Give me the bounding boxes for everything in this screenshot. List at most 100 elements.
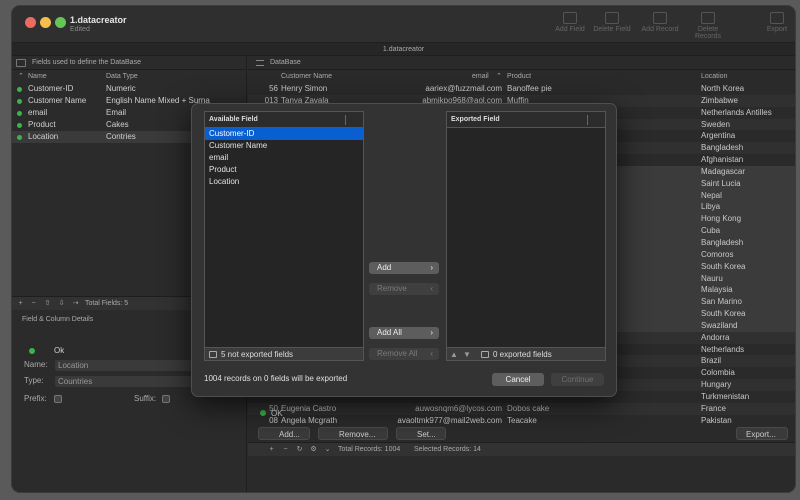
database-column-header: Customer Name email ⌃ Product Location (248, 70, 795, 83)
add-record-label: Add Record (641, 26, 679, 33)
move-down-icon[interactable]: ⇩ (56, 298, 67, 309)
cell-location: Hong Kong (701, 214, 742, 224)
cell-name: Henry Simon (281, 84, 328, 93)
list-item[interactable]: email (205, 152, 363, 164)
add-button[interactable]: Add... (258, 427, 310, 440)
suffix-checkbox[interactable] (162, 395, 170, 403)
minimize-window-button[interactable] (40, 17, 51, 28)
remove-field-dialog-button[interactable]: Remove ‹ (369, 283, 439, 295)
move-down-icon[interactable]: ▼ (463, 348, 471, 361)
cell-location: Zimbabwe (701, 95, 738, 105)
add-field-dialog-button[interactable]: Add › (369, 262, 439, 274)
field-name: email (28, 108, 48, 117)
delete-records-icon (701, 12, 715, 24)
remove-button[interactable]: Remove... (318, 427, 388, 440)
delete-records-button[interactable]: Delete Records (685, 12, 731, 40)
zoom-window-button[interactable] (55, 17, 66, 28)
table-row[interactable]: 50 Eugenia Castro auwosnqm6@lycos.com Dobos… (248, 402, 795, 415)
cell-location: South Korea (701, 309, 746, 319)
chevron-down-icon[interactable]: ⌄ (322, 444, 333, 455)
cell-email: avaoltmk977@mail2web.com (397, 415, 502, 425)
name-label: Name: (24, 360, 48, 369)
cell-location: Pakistan (701, 415, 732, 425)
chevron-left-icon: ‹ (430, 349, 433, 358)
cell-name: Eugenia Castro (281, 403, 337, 413)
document-title-bar: 1.datacreator (12, 42, 795, 56)
list-item[interactable]: Customer Name (205, 140, 363, 152)
add-record-button[interactable]: Add Record (637, 12, 683, 33)
exported-field-list[interactable]: Exported Field ▲ ▼ 0 exported fields (446, 111, 606, 361)
cell-location: Argentina (701, 131, 736, 141)
cell-product: Teacake (507, 415, 537, 425)
table-row[interactable]: 08 Angela Mcgrath avaoltmk977@mail2web.com… (248, 415, 795, 427)
field-name: Customer Name (28, 96, 87, 105)
col-email[interactable]: email (472, 70, 489, 83)
add-field-label: Add Field (555, 26, 585, 33)
ok-status-icon (260, 410, 266, 416)
list-item[interactable]: Product (205, 164, 363, 176)
status-dot-icon (17, 87, 22, 92)
options-icon[interactable]: ⚙ (308, 444, 319, 455)
col-product[interactable]: Product (507, 70, 531, 83)
details-status-text: Ok (54, 346, 65, 355)
cell-location: Cuba (701, 226, 721, 236)
field-name: Location (28, 132, 59, 141)
cell-location: Malaysia (701, 285, 733, 295)
add-field-button[interactable]: Add Field (547, 12, 593, 33)
fields-column-header: ⌃ Name Data Type (12, 70, 246, 83)
status-dot-icon (17, 111, 22, 116)
col-name-header[interactable]: Name (28, 70, 47, 83)
link-icon[interactable]: ⇢ (70, 298, 81, 309)
add-record-icon (653, 12, 667, 24)
database-bottom-bar: + − ↻ ⚙ ⌄ Total Records: 1004 Selected R… (248, 442, 795, 456)
total-records: Total Records: 1004 (338, 446, 401, 453)
available-field-list[interactable]: Available Field Customer-ID Customer Nam… (204, 111, 364, 361)
remove-record-minus-icon[interactable]: − (280, 444, 291, 455)
add-record-plus-icon[interactable]: + (266, 444, 277, 455)
cell-email: auwosnqm6@lycos.com (415, 403, 502, 413)
not-exported-count: 5 not exported fields (221, 350, 294, 359)
sidebar-icon[interactable] (16, 59, 26, 67)
remove-button-label: Remove... (339, 430, 376, 439)
cell-location: Netherlands Antilles (701, 107, 772, 117)
status-ok-text: OK (271, 409, 283, 418)
cell-location: Afghanistan (701, 155, 744, 165)
set-button[interactable]: Set... (396, 427, 446, 440)
remove-field-minus-icon[interactable]: − (28, 298, 39, 309)
export-button[interactable]: Export (754, 12, 795, 33)
add-all-button[interactable]: Add All › (369, 327, 439, 339)
remove-all-label: Remove All (377, 349, 418, 358)
delete-field-button[interactable]: Delete Field (589, 12, 635, 33)
list-item[interactable]: Customer-ID (205, 128, 363, 140)
col-type-header[interactable]: Data Type (106, 70, 138, 83)
col-customer-name[interactable]: Customer Name (281, 70, 332, 83)
cancel-button[interactable]: Cancel (492, 373, 544, 386)
prefix-checkbox[interactable] (54, 395, 62, 403)
export-dialog: Available Field Customer-ID Customer Nam… (191, 103, 617, 397)
add-button-label: Add... (279, 430, 300, 439)
add-label: Add (377, 263, 392, 272)
close-window-button[interactable] (25, 17, 36, 28)
cell-location: Turkmenistan (701, 391, 750, 401)
col-location[interactable]: Location (701, 70, 727, 83)
continue-button[interactable]: Continue (551, 373, 604, 386)
field-name: Product (28, 120, 56, 129)
export-records-button[interactable]: Export... (736, 427, 788, 440)
move-up-icon[interactable]: ⇧ (42, 298, 53, 309)
cell-email: aariex@fuzzmail.com (425, 84, 502, 93)
add-field-plus-icon[interactable]: + (15, 298, 26, 309)
remove-label: Remove (377, 284, 407, 293)
table-row[interactable]: 56 Henry Simon aariex@fuzzmail.com Banoffee… (248, 83, 795, 95)
total-fields: Total Fields: 5 (85, 300, 129, 307)
column-divider (345, 115, 346, 125)
list-icon (209, 351, 217, 358)
cell-location: Brazil (701, 356, 722, 366)
refresh-icon[interactable]: ↻ (294, 444, 305, 455)
move-up-icon[interactable]: ▲ (450, 348, 458, 361)
field-type: Email (106, 108, 127, 117)
remove-all-button[interactable]: Remove All ‹ (369, 348, 439, 360)
field-row[interactable]: Customer-ID Numeric (12, 83, 246, 95)
cell-location: South Korea (701, 261, 746, 271)
list-item[interactable]: Location (205, 176, 363, 188)
cell-location: Madagascar (701, 166, 746, 176)
